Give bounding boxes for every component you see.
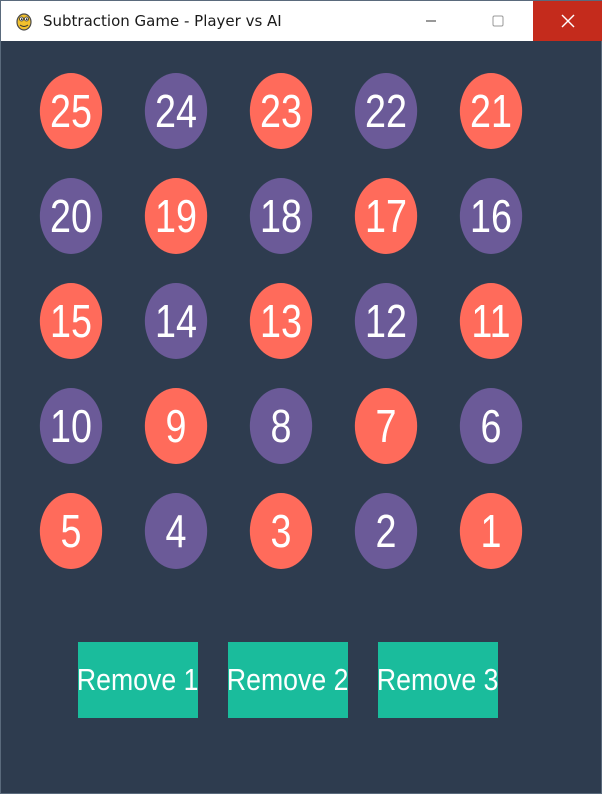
number-tile: 25 xyxy=(39,73,103,149)
number-tile: 10 xyxy=(39,388,103,464)
number-tile: 13 xyxy=(249,283,313,359)
remove-3-button[interactable]: Remove 3 xyxy=(377,642,499,718)
number-tile: 18 xyxy=(249,178,313,254)
number-tile: 7 xyxy=(354,388,418,464)
number-tile: 21 xyxy=(459,73,523,149)
number-tile: 17 xyxy=(354,178,418,254)
number-tile: 12 xyxy=(354,283,418,359)
number-tile: 20 xyxy=(39,178,103,254)
number-tile: 8 xyxy=(249,388,313,464)
number-tile: 16 xyxy=(459,178,523,254)
window-title: Subtraction Game - Player vs AI xyxy=(43,12,282,30)
number-tile: 5 xyxy=(39,493,103,569)
close-icon xyxy=(561,14,574,28)
number-tile: 15 xyxy=(39,283,103,359)
number-tile: 6 xyxy=(459,388,523,464)
minimize-button[interactable] xyxy=(397,1,465,41)
remove-1-button[interactable]: Remove 1 xyxy=(77,642,199,718)
minimize-icon xyxy=(426,20,436,22)
title-bar[interactable]: Subtraction Game - Player vs AI xyxy=(1,1,602,41)
maximize-icon xyxy=(492,15,504,27)
number-tile: 2 xyxy=(354,493,418,569)
remove-1-label: Remove 1 xyxy=(77,662,199,697)
number-tile: 4 xyxy=(144,493,208,569)
maximize-button[interactable] xyxy=(464,1,532,41)
number-tile: 19 xyxy=(144,178,208,254)
pygame-snake-icon xyxy=(16,13,32,31)
number-tile: 24 xyxy=(144,73,208,149)
remove-2-button[interactable]: Remove 2 xyxy=(227,642,349,718)
close-button[interactable] xyxy=(533,1,602,41)
number-tile: 14 xyxy=(144,283,208,359)
number-tile: 22 xyxy=(354,73,418,149)
remove-2-label: Remove 2 xyxy=(227,662,349,697)
game-canvas: 25 24 23 22 21 20 19 18 17 16 15 14 13 12 11 10 9 8 7 6 5 4 3 2… xyxy=(1,41,601,793)
number-tile: 11 xyxy=(459,283,523,359)
number-tile: 23 xyxy=(249,73,313,149)
number-tile: 9 xyxy=(144,388,208,464)
number-tile: 3 xyxy=(249,493,313,569)
number-tile: 1 xyxy=(459,493,523,569)
game-window: Subtraction Game - Player vs AI 25 24 23 22… xyxy=(0,0,602,794)
remove-3-label: Remove 3 xyxy=(377,662,499,697)
